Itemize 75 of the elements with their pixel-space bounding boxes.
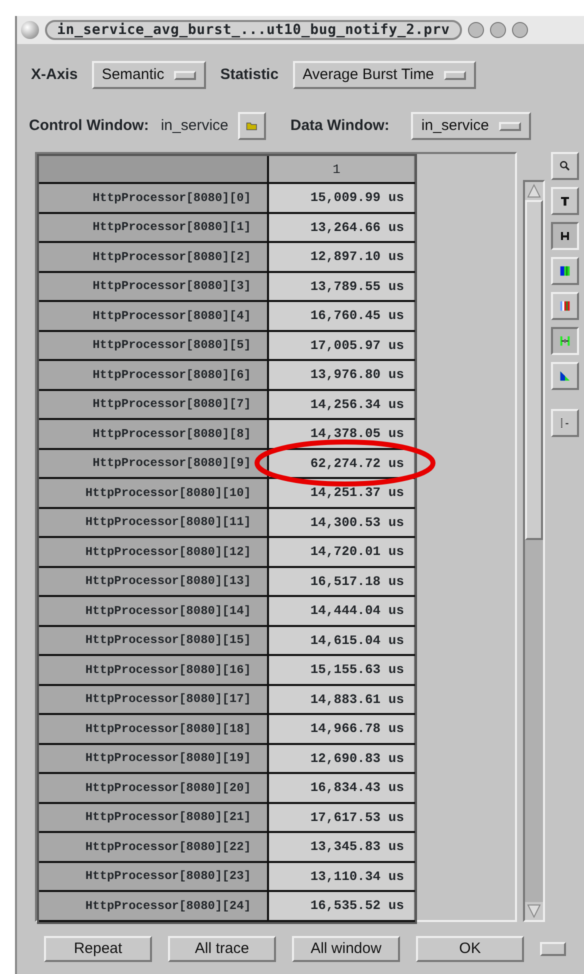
table-cell: 12,897.10 us [269, 243, 414, 270]
row-label: HttpProcessor[8080][11] [39, 508, 269, 536]
row-label: HttpProcessor[8080][7] [39, 390, 269, 418]
scroll-down-icon[interactable] [525, 902, 543, 920]
action-button[interactable]: All trace [168, 936, 276, 962]
row-label: HttpProcessor[8080][17] [39, 686, 269, 713]
table-cell: 13,264.66 us [269, 214, 414, 241]
scroll-thumb[interactable] [525, 200, 543, 540]
row-label: HttpProcessor[8080][6] [39, 361, 269, 388]
control-window-label: Control Window: [29, 116, 149, 136]
table-cell: 13,110.34 us [269, 862, 414, 890]
table-cell: 62,274.72 us [269, 450, 414, 477]
window-menu-icon[interactable] [21, 21, 39, 39]
row-label: HttpProcessor[8080][0] [39, 184, 269, 212]
row-label: HttpProcessor[8080][19] [39, 744, 269, 772]
table-cell: 13,789.55 us [269, 272, 414, 300]
table-cell: 16,517.18 us [269, 568, 414, 595]
row-label: HttpProcessor[8080][21] [39, 804, 269, 831]
toolbar-button[interactable] [551, 222, 579, 250]
x-axis-label: X-Axis [31, 64, 78, 85]
action-button[interactable]: All window [292, 936, 400, 962]
table-cell: 14,720.01 us [269, 538, 414, 566]
row-label: HttpProcessor[8080][3] [39, 272, 269, 300]
close-icon[interactable] [512, 22, 528, 38]
action-button[interactable]: Repeat [44, 936, 152, 962]
row-label: HttpProcessor[8080][18] [39, 715, 269, 742]
row-label: HttpProcessor[8080][2] [39, 243, 269, 270]
table-cell: 14,966.78 us [269, 715, 414, 742]
control-window-value: in_service [160, 116, 228, 136]
statistic-dropdown[interactable]: Average Burst Time [292, 61, 476, 89]
row-label: HttpProcessor[8080][8] [39, 420, 269, 448]
small-button[interactable] [540, 942, 566, 956]
data-window-label: Data Window: [290, 116, 390, 136]
maximize-icon[interactable] [490, 22, 506, 38]
statistic-label: Statistic [220, 64, 279, 85]
table-cell: 12,690.83 us [269, 744, 414, 772]
table-cell: 14,615.04 us [269, 626, 414, 654]
row-label: HttpProcessor[8080][9] [39, 450, 269, 477]
row-label: HttpProcessor[8080][23] [39, 862, 269, 890]
folder-button[interactable] [238, 112, 266, 140]
data-window-dropdown[interactable]: in_service [411, 112, 531, 140]
row-label: HttpProcessor[8080][24] [39, 892, 269, 920]
row-label: HttpProcessor[8080][15] [39, 626, 269, 654]
table-cell: 14,444.04 us [269, 597, 414, 624]
row-label: HttpProcessor[8080][14] [39, 597, 269, 624]
minimize-icon[interactable] [468, 22, 484, 38]
row-label: HttpProcessor[8080][20] [39, 774, 269, 802]
row-label: HttpProcessor[8080][13] [39, 568, 269, 595]
table-cell: 14,256.34 us [269, 390, 414, 418]
table-cell: 15,009.99 us [269, 184, 414, 212]
window-title: in_service_avg_burst_...ut10_bug_notify_2.prv [45, 20, 462, 40]
table-cell: 13,976.80 us [269, 361, 414, 388]
table-cell: 16,760.45 us [269, 302, 414, 330]
row-label: HttpProcessor[8080][4] [39, 302, 269, 330]
action-button[interactable]: OK [416, 936, 524, 962]
zoom-button[interactable] [551, 152, 579, 180]
table-cell: 14,883.61 us [269, 686, 414, 713]
column-header: 1 [269, 156, 414, 182]
table-cell: 15,155.63 us [269, 656, 414, 684]
table-cell: 14,300.53 us [269, 508, 414, 536]
row-label: HttpProcessor[8080][10] [39, 479, 269, 506]
table-cell: 17,617.53 us [269, 804, 414, 831]
table-cell: 17,005.97 us [269, 332, 414, 359]
row-label: HttpProcessor[8080][1] [39, 214, 269, 241]
row-label: HttpProcessor[8080][5] [39, 332, 269, 359]
scrollbar[interactable] [523, 180, 545, 922]
x-axis-dropdown[interactable]: Semantic [92, 61, 206, 89]
table-cell: 16,834.43 us [269, 774, 414, 802]
row-label: HttpProcessor[8080][22] [39, 833, 269, 860]
row-label: HttpProcessor[8080][16] [39, 656, 269, 684]
table-cell: 16,535.52 us [269, 892, 414, 920]
scroll-up-icon[interactable] [525, 182, 543, 200]
row-label: HttpProcessor[8080][12] [39, 538, 269, 566]
folder-icon [246, 120, 258, 132]
table-cell: 13,345.83 us [269, 833, 414, 860]
